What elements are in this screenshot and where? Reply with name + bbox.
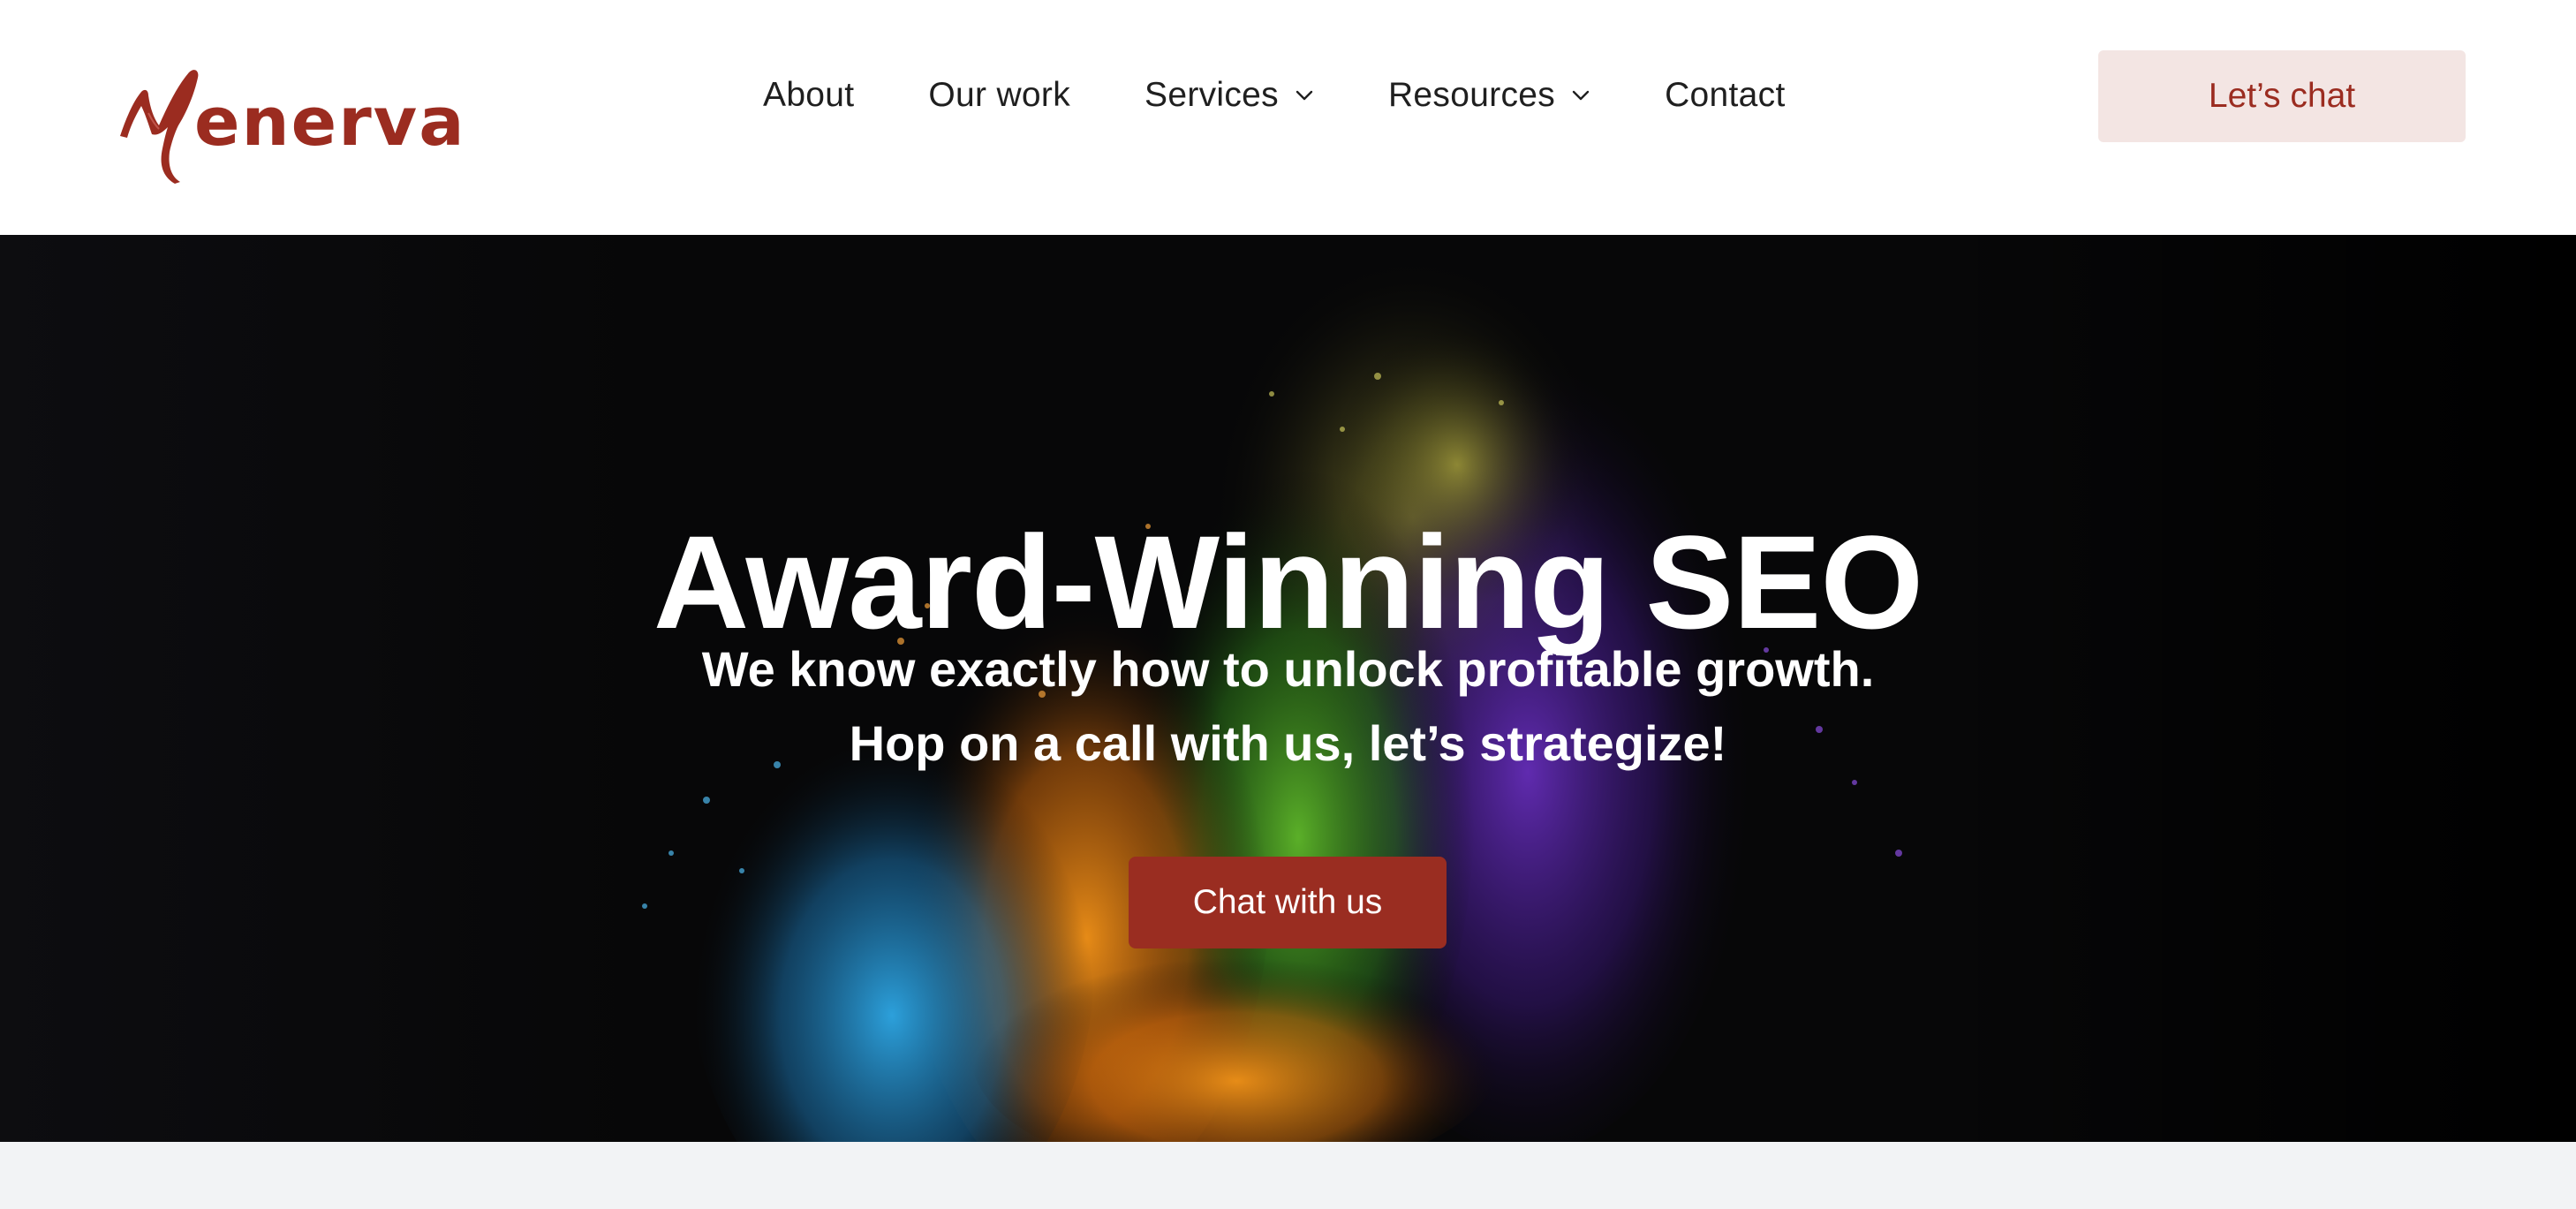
chevron-down-icon [1295, 86, 1314, 105]
chevron-down-icon [1571, 86, 1590, 105]
nav-item-label: Our work [928, 76, 1071, 114]
hero-section: Award-Winning SEO We know exactly how to… [0, 235, 2576, 1142]
site-header: enerva About Our work Services Resources… [0, 0, 2576, 235]
chat-with-us-button[interactable]: Chat with us [1129, 857, 1447, 948]
lets-chat-button[interactable]: Let’s chat [2098, 50, 2466, 142]
hero-subtitle-line-1: We know exactly how to unlock profitable… [701, 641, 1875, 697]
main-nav: About Our work Services Resources Contac… [763, 71, 1786, 120]
nav-item-about[interactable]: About [763, 76, 854, 115]
menerva-logo[interactable]: enerva [113, 67, 484, 191]
nav-item-our-work[interactable]: Our work [928, 76, 1070, 115]
nav-item-label: About [763, 76, 855, 114]
nav-item-resources[interactable]: Resources [1388, 76, 1590, 115]
nav-item-services[interactable]: Services [1144, 76, 1314, 115]
next-section-strip [0, 1142, 2576, 1209]
nav-item-label: Services [1144, 76, 1279, 114]
hero-subtitle-line-2: Hop on a call with us, let’s strategize! [849, 715, 1727, 771]
nav-item-label: Contact [1665, 76, 1786, 114]
nav-item-label: Resources [1387, 76, 1556, 114]
nav-item-contact[interactable]: Contact [1665, 76, 1786, 115]
logo-text: enerva [194, 82, 466, 161]
hero-subtitle: We know exactly how to unlock profitable… [0, 632, 2576, 781]
